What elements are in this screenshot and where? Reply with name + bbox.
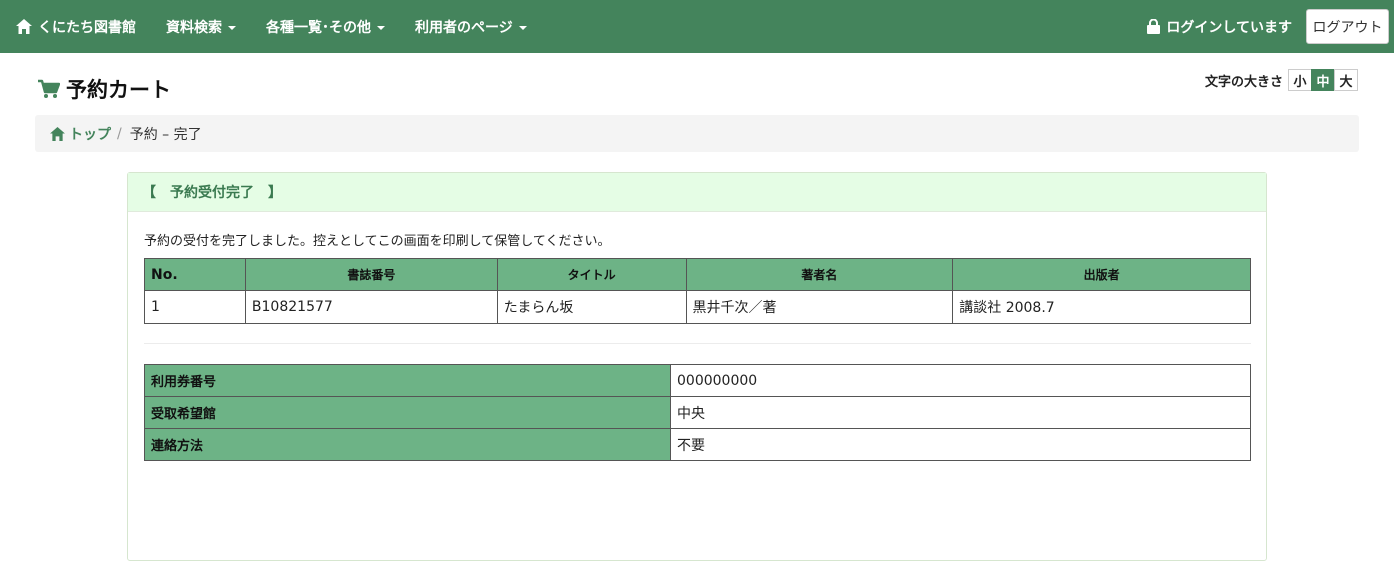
nav-search-menu[interactable]: 資料検索 [166, 17, 236, 37]
header-title: タイトル [496, 258, 687, 291]
card-number-value: 000000000 [670, 364, 1251, 397]
header-publisher: 出版者 [952, 258, 1251, 291]
table-row: 連絡方法 不要 [144, 428, 1251, 461]
chevron-down-icon [377, 25, 385, 30]
navbar: くにたち図書館 資料検索 各種一覧･その他 利用者のページ ログインしています … [0, 0, 1394, 53]
divider [144, 343, 1251, 344]
brand-link[interactable]: くにたち図書館 [16, 17, 136, 37]
reservation-info-table: 利用券番号 000000000 受取希望館 中央 連絡方法 不要 [144, 364, 1251, 461]
login-status-label: ログインしています [1166, 19, 1292, 36]
cell-title: たまらん坂 [496, 290, 687, 324]
table-row: 利用券番号 000000000 [144, 364, 1251, 397]
nav-search-label: 資料検索 [166, 19, 222, 36]
pickup-library-value: 中央 [670, 396, 1251, 429]
nav-user-menu[interactable]: 利用者のページ [415, 17, 527, 37]
breadcrumb-home[interactable]: トップ [50, 124, 111, 144]
lock-icon [1147, 19, 1161, 34]
header-author: 著者名 [685, 258, 954, 291]
nav-lists-menu[interactable]: 各種一覧･その他 [266, 17, 385, 37]
breadcrumb-separator: / [117, 125, 122, 142]
completion-message: 予約の受付を完了しました。控えとしてこの画面を印刷して保管してください。 [144, 234, 611, 249]
table-row: 1 B10821577 たまらん坂 黒井千次／著 講談社 2008.7 [144, 290, 1251, 324]
cell-publisher: 講談社 2008.7 [952, 290, 1251, 324]
font-size-medium-button[interactable]: 中 [1311, 69, 1335, 91]
home-icon [16, 19, 32, 34]
brand-label: くにたち図書館 [38, 19, 136, 36]
home-icon [50, 126, 65, 141]
font-size-control: 文字の大きさ 小 中 大 [1205, 69, 1358, 91]
logout-button[interactable]: ログアウト [1306, 9, 1389, 44]
panel-heading: 【 予約受付完了 】 [128, 173, 1266, 212]
login-status: ログインしています [1147, 17, 1292, 37]
header-no: No. [144, 258, 246, 291]
contact-method-label: 連絡方法 [144, 428, 671, 461]
font-size-large-button[interactable]: 大 [1334, 69, 1358, 91]
cart-icon [38, 79, 60, 98]
page-title: 予約カート [38, 74, 171, 104]
cell-no: 1 [144, 290, 246, 324]
reservation-result-table: No. 書誌番号 タイトル 著者名 出版者 1 B10821577 たまらん坂 … [144, 258, 1251, 324]
breadcrumb: トップ / 予約 – 完了 [35, 115, 1359, 152]
reservation-complete-panel: 【 予約受付完了 】 予約の受付を完了しました。控えとしてこの画面を印刷して保管… [127, 172, 1267, 561]
chevron-down-icon [228, 25, 236, 30]
font-size-label: 文字の大きさ [1204, 74, 1283, 90]
chevron-down-icon [518, 25, 527, 30]
nav-user-label: 利用者のページ [415, 19, 513, 36]
header-bib-id: 書誌番号 [244, 258, 498, 291]
card-number-label: 利用券番号 [144, 364, 671, 397]
cell-author: 黒井千次／著 [685, 290, 954, 324]
font-size-small-button[interactable]: 小 [1288, 69, 1312, 91]
page-title-label: 予約カート [66, 78, 171, 102]
nav-right: ログインしています ログアウト [1147, 9, 1389, 44]
breadcrumb-home-label: トップ [69, 126, 111, 143]
pickup-library-label: 受取希望館 [144, 396, 671, 429]
breadcrumb-current: 予約 – 完了 [129, 126, 202, 143]
cell-bib-id: B10821577 [244, 290, 498, 324]
table-header-row: No. 書誌番号 タイトル 著者名 出版者 [144, 258, 1251, 291]
nav-lists-label: 各種一覧･その他 [266, 19, 371, 36]
table-row: 受取希望館 中央 [144, 396, 1251, 429]
contact-method-value: 不要 [670, 428, 1251, 461]
